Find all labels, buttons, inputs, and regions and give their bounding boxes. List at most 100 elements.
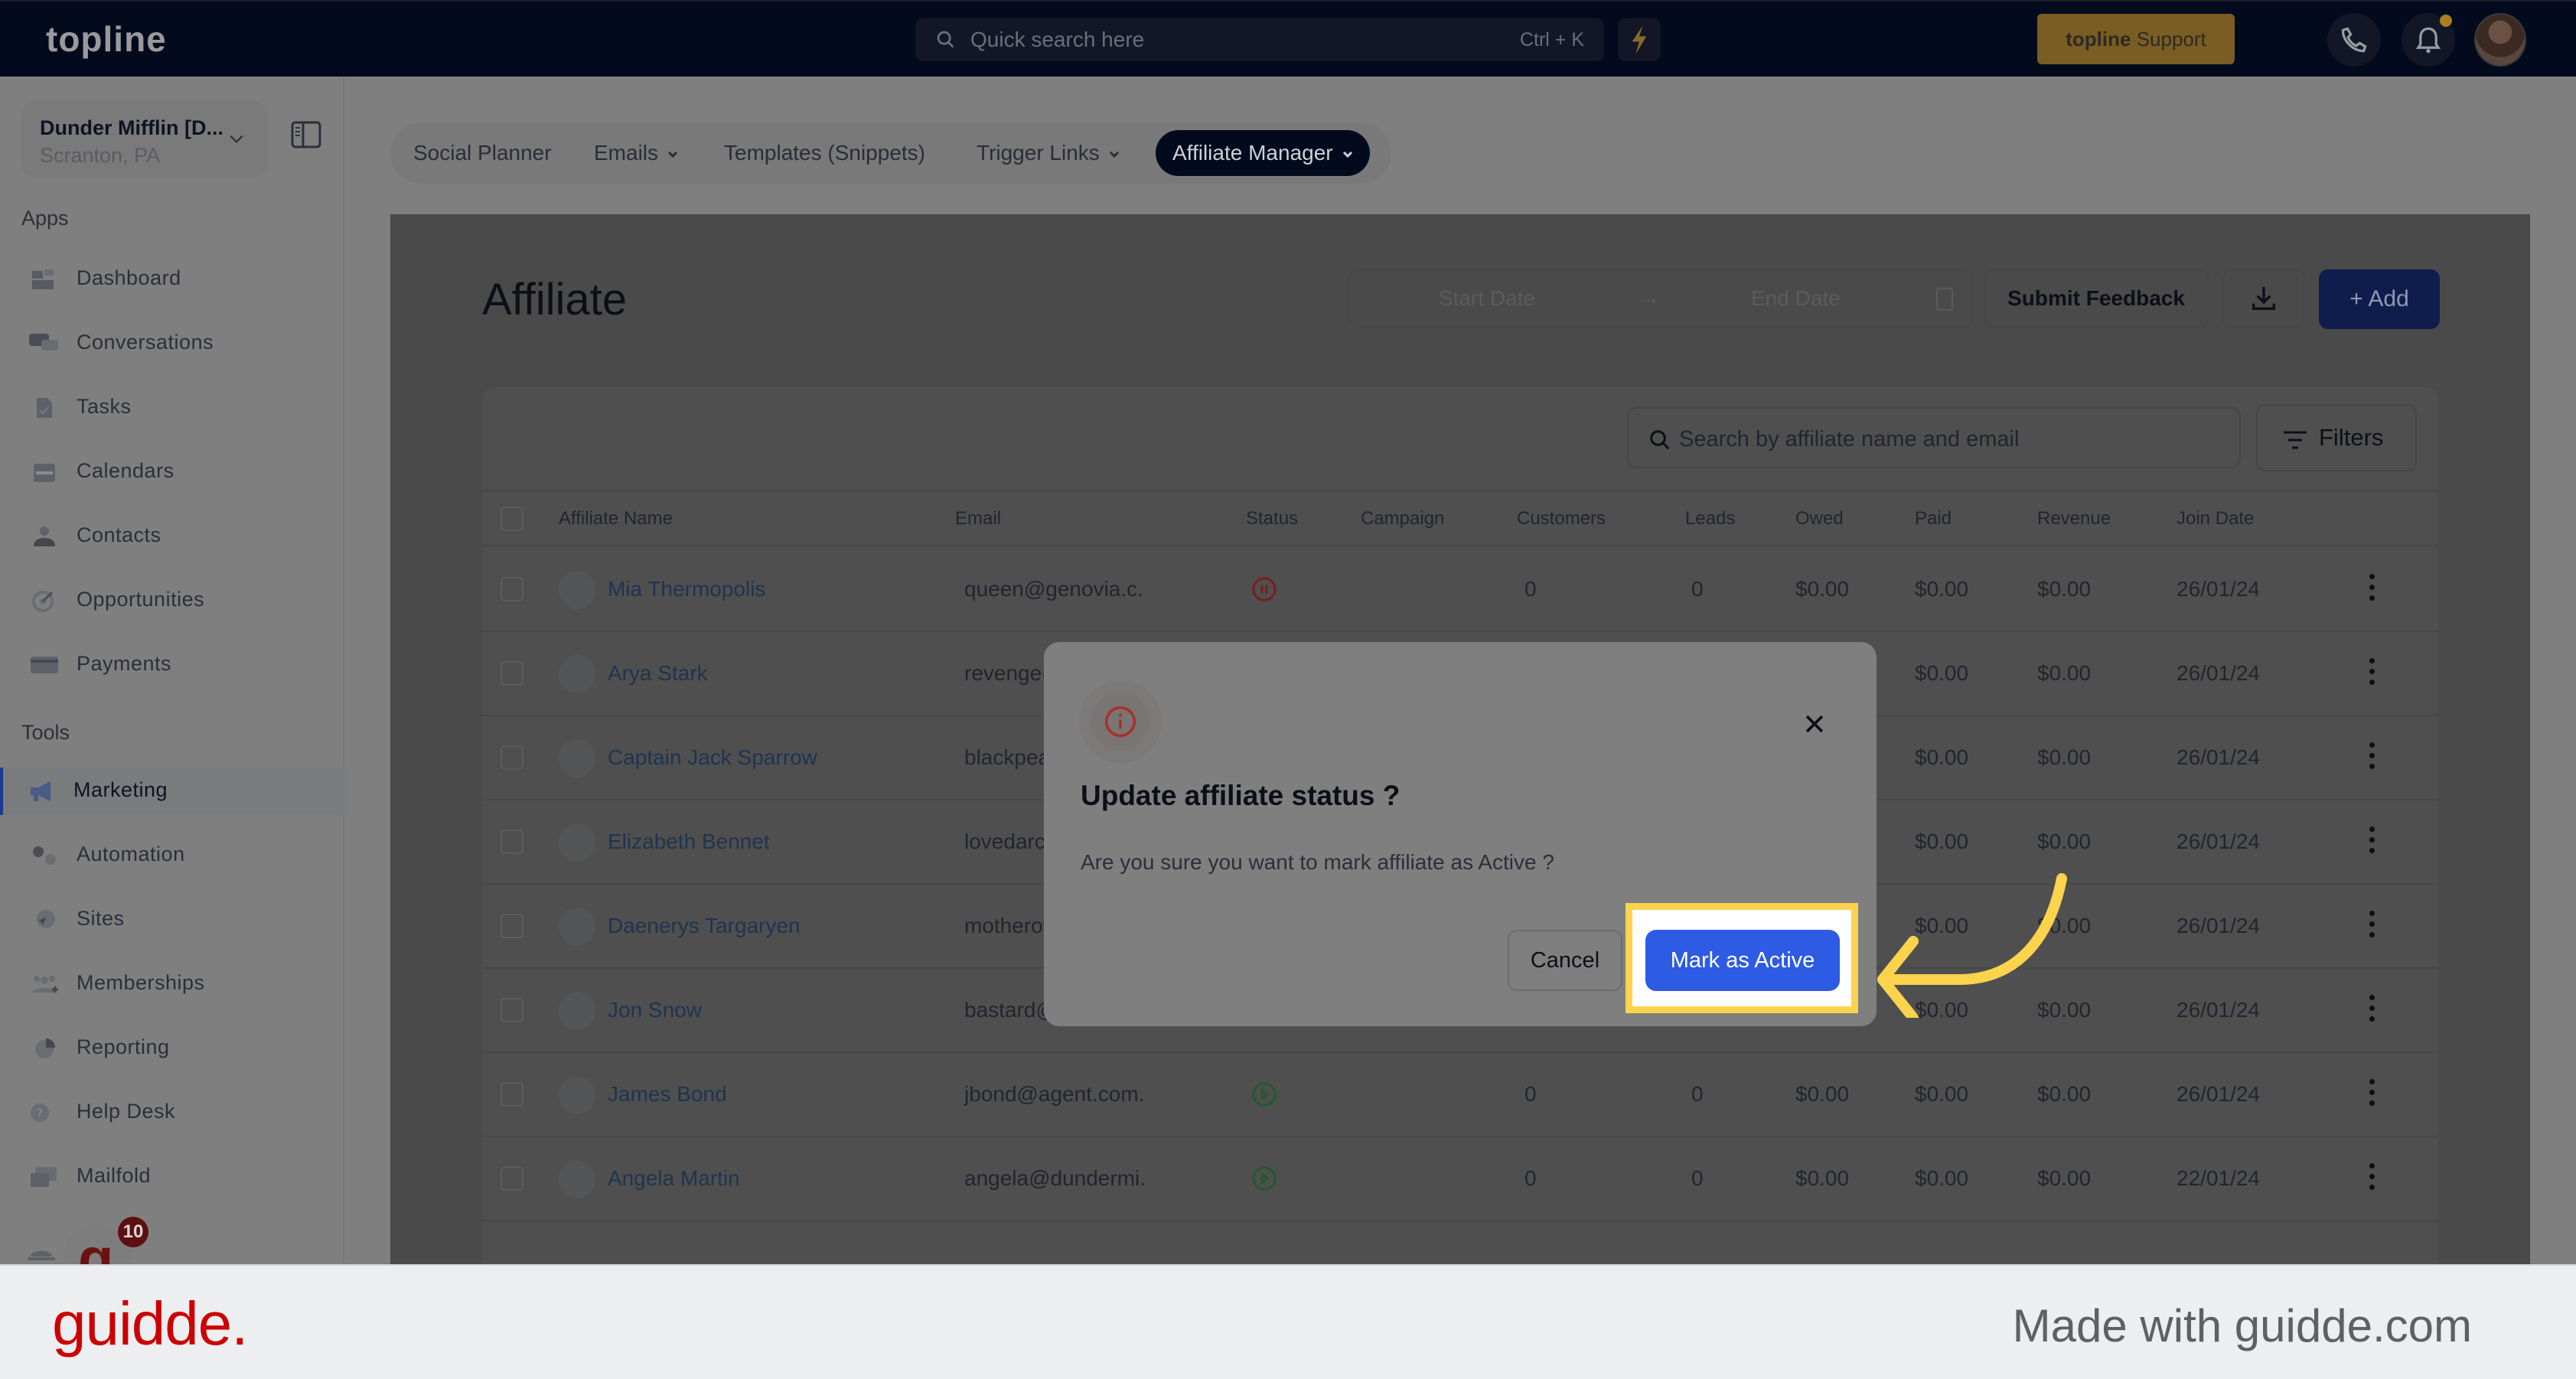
cancel-button[interactable]: Cancel xyxy=(1508,930,1622,991)
sidebar-item-marketing[interactable]: Marketing xyxy=(0,768,344,815)
phone-button[interactable] xyxy=(2327,13,2381,67)
table-row[interactable]: James Bond jbond@agent.com. 0 0 $0.00 $0.00 $0… xyxy=(482,1053,2438,1137)
row-menu-icon[interactable] xyxy=(2368,826,2375,857)
sidebar-toggle-icon[interactable] xyxy=(291,121,321,148)
tab-label: Trigger Links xyxy=(977,141,1100,165)
sidebar-item-label: Help Desk xyxy=(77,1100,176,1123)
download-icon xyxy=(2252,287,2275,310)
support-button[interactable]: topline Support xyxy=(2037,14,2235,64)
sidebar: Dunder Mifflin [D... Scranton, PA Apps D… xyxy=(0,77,344,1293)
sidebar-item-dashboard[interactable]: Dashboard xyxy=(0,256,344,303)
sidebar-item-tasks[interactable]: Tasks xyxy=(0,384,344,432)
column-header[interactable]: Status xyxy=(1246,508,1298,530)
column-header[interactable]: Campaign xyxy=(1361,508,1444,530)
sidebar-item-help-desk[interactable]: ? Help Desk xyxy=(0,1089,344,1136)
column-header[interactable]: Email xyxy=(955,508,1001,530)
column-header[interactable]: Leads xyxy=(1685,508,1735,530)
sidebar-item-reporting[interactable]: Reporting xyxy=(0,1025,344,1072)
row-checkbox[interactable] xyxy=(501,830,523,854)
column-header[interactable]: Join Date xyxy=(2177,508,2254,530)
column-header[interactable]: Revenue xyxy=(2037,508,2111,530)
page-title: Affiliate xyxy=(482,275,628,324)
select-all-checkbox[interactable] xyxy=(501,507,523,531)
close-icon[interactable] xyxy=(1802,711,1828,737)
submit-feedback-button[interactable]: Submit Feedback xyxy=(1984,269,2209,328)
row-menu-icon[interactable] xyxy=(2368,658,2375,689)
user-avatar[interactable] xyxy=(2474,13,2526,67)
row-checkbox[interactable] xyxy=(501,577,523,601)
dialog-message: Are you sure you want to mark affiliate … xyxy=(1081,850,1554,874)
download-button[interactable] xyxy=(2222,269,2305,328)
sidebar-item-calendars[interactable]: Calendars xyxy=(0,448,344,496)
row-checkbox[interactable] xyxy=(501,661,523,686)
quick-actions-button[interactable] xyxy=(1618,18,1661,61)
cell-leads: 0 xyxy=(1691,1082,1704,1106)
row-menu-icon[interactable] xyxy=(2368,1079,2375,1110)
sidebar-item-contacts[interactable]: Contacts xyxy=(0,513,344,560)
column-header[interactable]: Owed xyxy=(1795,508,1844,530)
row-checkbox[interactable] xyxy=(501,1166,523,1191)
affiliate-name-link[interactable]: Captain Jack Sparrow xyxy=(608,745,817,770)
tab-social-planner[interactable]: Social Planner xyxy=(413,130,552,176)
affiliate-email: jbond@agent.com. xyxy=(964,1082,1145,1106)
affiliate-name-link[interactable]: Mia Thermopolis xyxy=(608,577,765,601)
table-row[interactable]: Mia Thermopolis queen@genovia.c. 0 0 $0.00 $0… xyxy=(482,548,2438,632)
sidebar-item-payments[interactable]: Payments xyxy=(0,641,344,689)
date-range-picker[interactable]: Start Date → End Date xyxy=(1348,269,1973,328)
affiliate-name-link[interactable]: Jon Snow xyxy=(608,998,702,1022)
column-header[interactable]: Paid xyxy=(1915,508,1952,530)
row-checkbox[interactable] xyxy=(501,914,523,938)
end-date-input[interactable]: End Date xyxy=(1751,286,1841,311)
sidebar-item-label: Memberships xyxy=(77,971,205,994)
row-checkbox[interactable] xyxy=(501,998,523,1022)
cell-paid: $0.00 xyxy=(1915,577,1969,601)
row-menu-icon[interactable] xyxy=(2368,1163,2375,1194)
tab-templates[interactable]: Templates (Snippets) xyxy=(724,130,925,176)
affiliate-name-link[interactable]: Daenerys Targaryen xyxy=(608,914,801,938)
tab-affiliate-manager[interactable]: Affiliate Manager xyxy=(1156,130,1370,176)
sidebar-item-opportunities[interactable]: Opportunities xyxy=(0,577,344,624)
row-checkbox[interactable] xyxy=(501,1082,523,1107)
sidebar-item-automation[interactable]: Automation xyxy=(0,832,344,879)
affiliate-name-link[interactable]: Arya Stark xyxy=(608,661,708,686)
affiliate-name-link[interactable]: Angela Martin xyxy=(608,1166,740,1191)
tasks-icon xyxy=(37,398,52,418)
start-date-input[interactable]: Start Date xyxy=(1439,286,1535,311)
row-checkbox[interactable] xyxy=(501,745,523,770)
sidebar-item-sites[interactable]: Sites xyxy=(0,896,344,944)
paused-status-icon[interactable] xyxy=(1251,575,1277,603)
tools-section-label: Tools xyxy=(21,721,70,744)
row-menu-icon[interactable] xyxy=(2368,995,2375,1025)
cell-revenue: $0.00 xyxy=(2037,577,2092,601)
brand-logo[interactable]: topline xyxy=(46,18,167,60)
lightning-icon xyxy=(1632,25,1647,54)
active-status-icon[interactable] xyxy=(1251,1165,1277,1192)
affiliate-search-input[interactable]: Search by affiliate name and email xyxy=(1627,407,2241,468)
sidebar-item-label: Opportunities xyxy=(77,588,205,611)
chevron-down-icon xyxy=(230,135,243,143)
active-status-icon[interactable] xyxy=(1251,1081,1277,1108)
tab-emails[interactable]: Emails xyxy=(594,130,678,176)
row-menu-icon[interactable] xyxy=(2368,574,2375,605)
table-row[interactable]: Angela Martin angela@dundermi. 0 0 $0.00 $0.0… xyxy=(482,1137,2438,1221)
quick-search-input[interactable]: Quick search here Ctrl + K xyxy=(915,18,1604,61)
mark-as-active-button[interactable]: Mark as Active xyxy=(1645,930,1840,991)
affiliate-name-link[interactable]: James Bond xyxy=(608,1082,727,1107)
sidebar-item-mailfold[interactable]: Mailfold xyxy=(0,1153,344,1201)
sidebar-item-conversations[interactable]: Conversations xyxy=(0,320,344,367)
company-switcher[interactable]: Dunder Mifflin [D... Scranton, PA xyxy=(21,101,268,178)
column-header[interactable]: Affiliate Name xyxy=(559,508,673,530)
column-header[interactable]: Customers xyxy=(1517,508,1606,530)
cell-customers: 0 xyxy=(1524,577,1537,601)
tab-trigger-links[interactable]: Trigger Links xyxy=(977,130,1120,176)
chevron-down-icon xyxy=(1109,151,1119,158)
row-menu-icon[interactable] xyxy=(2368,742,2375,773)
affiliate-name-link[interactable]: Elizabeth Bennet xyxy=(608,830,770,854)
row-menu-icon[interactable] xyxy=(2368,911,2375,941)
sidebar-item-memberships[interactable]: Memberships xyxy=(0,960,344,1008)
add-affiliate-button[interactable]: + Add xyxy=(2319,269,2440,329)
notifications-button[interactable] xyxy=(2402,13,2455,67)
filters-button[interactable]: Filters xyxy=(2256,404,2417,471)
company-location: Scranton, PA xyxy=(40,144,161,167)
arrow-right-icon: → xyxy=(1638,285,1661,310)
